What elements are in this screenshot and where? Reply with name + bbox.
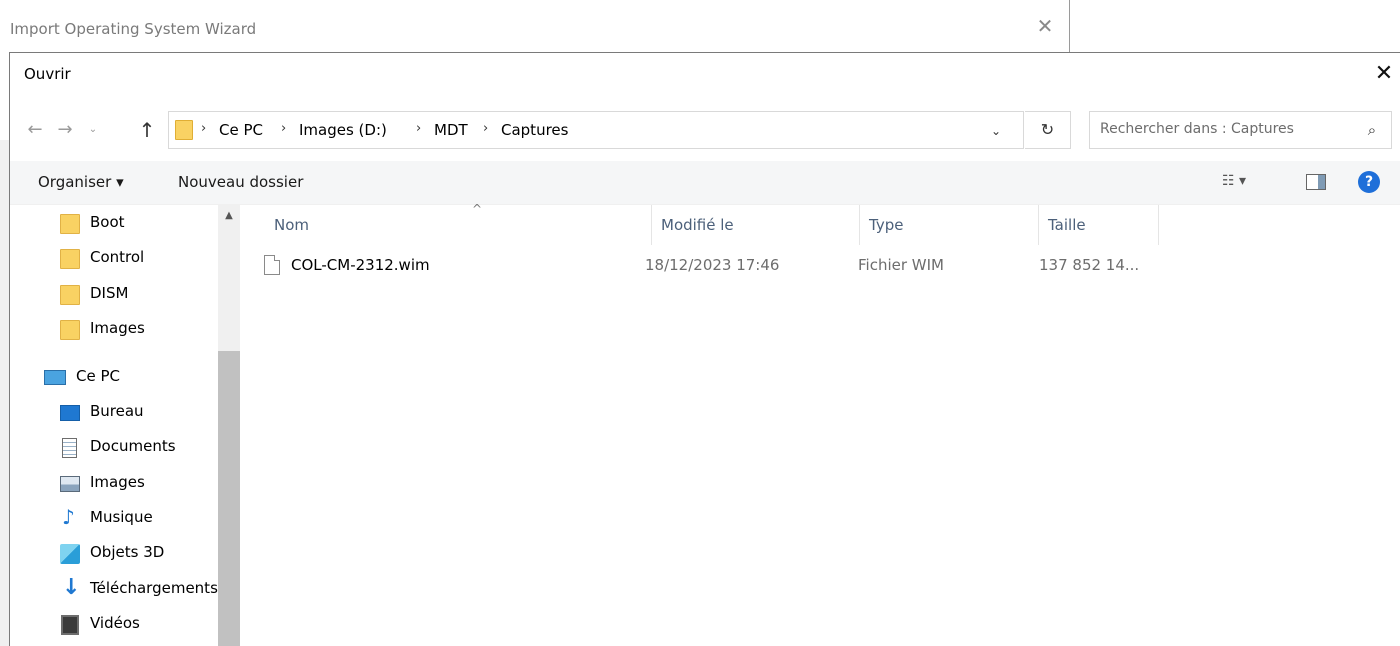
file-size: 137 852 14...: [1039, 256, 1140, 274]
nav-item-label: Images: [90, 473, 145, 491]
preview-pane-icon[interactable]: [1306, 174, 1326, 190]
command-toolbar: Organiser ▾ Nouveau dossier ☷ ▾ ?: [10, 161, 1400, 205]
column-header-label: Type: [869, 216, 904, 234]
breadcrumb-mdt[interactable]: MDT: [434, 121, 468, 139]
computer-icon: [44, 370, 66, 385]
search-icon[interactable]: ⌕: [1360, 118, 1384, 142]
nav-item-label: Vidéos: [90, 614, 140, 632]
refresh-icon[interactable]: ↻: [1025, 111, 1071, 149]
organize-menu-button[interactable]: Organiser ▾: [38, 173, 124, 191]
documents-icon: [62, 438, 77, 458]
desktop-icon: [60, 405, 80, 421]
folder-icon: [60, 320, 80, 340]
nav-item-boot[interactable]: Boot: [60, 209, 210, 239]
nav-item-label: Bureau: [90, 402, 144, 420]
breadcrumb-ce-pc[interactable]: Ce PC: [219, 121, 263, 139]
breadcrumb-separator: ›: [483, 121, 489, 136]
nav-item-documents[interactable]: Documents: [60, 433, 210, 463]
file-modified-date: 18/12/2023 17:46: [645, 256, 780, 274]
breadcrumb-images-d[interactable]: Images (D:): [299, 121, 387, 139]
nav-item-images-folder[interactable]: Images: [60, 315, 210, 345]
new-folder-button[interactable]: Nouveau dossier: [178, 173, 303, 191]
column-header-size[interactable]: Taille: [1038, 205, 1158, 245]
column-header-label: Modifié le: [661, 216, 734, 234]
wizard-title: Import Operating System Wizard: [10, 20, 257, 38]
nav-item-videos[interactable]: Vidéos: [60, 610, 210, 640]
pictures-icon: [60, 476, 80, 492]
folder-icon: [60, 249, 80, 269]
wim-file-icon: [264, 255, 280, 275]
3d-objects-icon: [60, 544, 80, 564]
nav-item-ce-pc[interactable]: Ce PC: [44, 363, 214, 393]
file-name: COL-CM-2312.wim: [291, 256, 430, 274]
nav-item-musique[interactable]: ♪ Musique: [60, 504, 210, 534]
nav-item-label: Objets 3D: [90, 543, 165, 561]
nav-item-bureau[interactable]: Bureau: [60, 398, 210, 428]
breadcrumb-separator: ›: [201, 121, 207, 136]
wizard-title-bar: Import Operating System Wizard ✕: [0, 0, 1069, 60]
breadcrumb-captures[interactable]: Captures: [501, 121, 568, 139]
column-header-modified[interactable]: Modifié le: [651, 205, 859, 245]
nav-item-label: Ce PC: [76, 367, 120, 385]
sort-ascending-icon: ^: [472, 202, 483, 216]
nav-item-label: Musique: [90, 508, 153, 526]
dialog-close-icon[interactable]: ✕: [1370, 59, 1398, 89]
nav-item-images-library[interactable]: Images: [60, 469, 210, 499]
search-box[interactable]: ⌕: [1089, 111, 1392, 149]
file-row[interactable]: COL-CM-2312.wim 18/12/2023 17:46 Fichier…: [242, 249, 1146, 283]
column-header-type[interactable]: Type: [859, 205, 1038, 245]
forward-arrow-icon[interactable]: →: [54, 117, 76, 143]
navigation-pane: Boot Control DISM Images Ce PC Bureau Do…: [10, 205, 242, 646]
scroll-up-icon[interactable]: ▲: [218, 205, 240, 227]
breadcrumb-separator: ›: [281, 121, 287, 136]
column-header-name[interactable]: Nom ^: [264, 202, 651, 245]
nav-item-label: Control: [90, 248, 145, 266]
nav-item-label: Images: [90, 319, 145, 337]
search-input[interactable]: [1100, 121, 1350, 137]
open-file-dialog: Ouvrir ✕ ← → ⌄ ↑ › Ce PC › Images (D:) ›…: [9, 52, 1400, 646]
folder-icon: [60, 285, 80, 305]
address-dropdown-chevron-icon[interactable]: ⌄: [985, 120, 1007, 142]
change-view-icon[interactable]: ☷ ▾: [1222, 173, 1276, 195]
dialog-title: Ouvrir: [24, 65, 71, 83]
nav-item-objets-3d[interactable]: Objets 3D: [60, 539, 210, 569]
nav-item-label: DISM: [90, 284, 129, 302]
nav-item-label: Boot: [90, 213, 125, 231]
nav-item-dism[interactable]: DISM: [60, 280, 210, 310]
back-arrow-icon[interactable]: ←: [24, 117, 46, 143]
nav-item-control[interactable]: Control: [60, 244, 210, 274]
music-icon: ♪: [62, 505, 75, 529]
help-icon[interactable]: ?: [1358, 171, 1380, 193]
nav-item-label: Documents: [90, 437, 176, 455]
address-folder-icon: [175, 120, 193, 140]
file-type: Fichier WIM: [858, 256, 944, 274]
folder-icon: [60, 214, 80, 234]
up-arrow-icon[interactable]: ↑: [136, 117, 158, 143]
file-list: Nom ^ Modifié le Type Taille COL-CM-2312…: [242, 202, 1400, 646]
scroll-thumb[interactable]: [218, 351, 240, 646]
nav-item-telechargements[interactable]: ↓ Téléchargements: [60, 575, 218, 605]
recent-locations-chevron-icon[interactable]: ⌄: [84, 117, 102, 143]
column-header-label: Taille: [1048, 216, 1086, 234]
nav-pane-scrollbar[interactable]: ▲: [218, 205, 240, 646]
videos-icon: [61, 615, 79, 635]
nav-item-label: Téléchargements: [90, 579, 218, 597]
address-bar[interactable]: › Ce PC › Images (D:) › MDT › Captures ⌄: [168, 111, 1024, 149]
wizard-close-icon[interactable]: ✕: [1033, 14, 1057, 38]
breadcrumb-separator: ›: [416, 121, 422, 136]
downloads-icon: ↓: [62, 575, 81, 600]
column-header-label: Nom: [274, 216, 310, 234]
column-divider[interactable]: [1158, 205, 1159, 245]
